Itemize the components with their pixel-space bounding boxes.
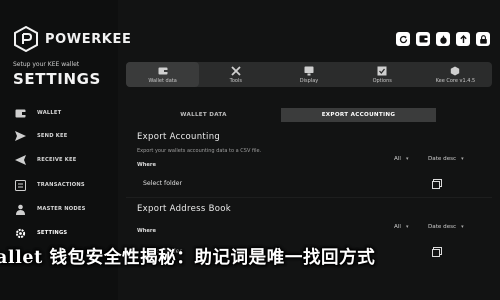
tab-label: Display (299, 77, 319, 84)
tab-label: Kee Core v1.4.5 (435, 77, 476, 84)
window-controls (396, 32, 490, 46)
accounting-filter-dropdown[interactable]: All ▾ (394, 156, 408, 162)
sidebar-item-label: SEND KEE (37, 133, 68, 139)
page-title: SETTINGS (13, 70, 101, 88)
settings-icon (13, 226, 27, 240)
refresh-icon[interactable] (396, 32, 410, 46)
tab-label: Tools (229, 77, 242, 84)
subtab-bar: WALLET DATA EXPORT ACCOUNTING (126, 108, 436, 122)
setup-subtitle: Setup your KEE wallet (13, 61, 80, 68)
address-sort-dropdown[interactable]: Date desc ▾ (428, 224, 464, 230)
settings-tabbar: Wallet data Tools Display Options Kee Co… (126, 62, 492, 87)
tab-wallet-data[interactable]: Wallet data (126, 62, 200, 87)
divider (126, 197, 492, 198)
lock-icon[interactable] (476, 32, 490, 46)
sidebar-item-label: TRANSACTIONS (37, 182, 85, 188)
subtab-export-accounting[interactable]: EXPORT ACCOUNTING (281, 108, 436, 122)
sidebar-item-settings[interactable]: SETTINGS (13, 226, 67, 240)
sidebar-item-master-nodes[interactable]: MASTER NODES (13, 202, 86, 216)
accounting-sort-dropdown[interactable]: Date desc ▾ (428, 156, 464, 162)
sidebar-item-transactions[interactable]: TRANSACTIONS (13, 178, 85, 192)
wallet-data-icon (158, 67, 168, 74)
accounting-folder-field[interactable]: Select folder (137, 177, 417, 190)
tor-icon[interactable] (436, 32, 450, 46)
tab-display[interactable]: Display (272, 62, 345, 87)
chevron-down-icon: ▾ (461, 224, 464, 230)
sidebar-item-label: SETTINGS (37, 230, 68, 236)
folder-icon[interactable] (432, 179, 442, 189)
where-label: Where (137, 162, 157, 168)
chevron-down-icon: ▾ (405, 224, 409, 230)
chevron-down-icon: ▾ (461, 156, 464, 162)
display-icon (304, 66, 314, 75)
dropdown-value: All (394, 156, 401, 162)
sidebar-item-receive-kee[interactable]: RECEIVE KEE (13, 153, 77, 167)
dropdown-value: Date desc (428, 224, 457, 230)
sidebar-item-label: WALLET (37, 110, 62, 116)
brand: POWERKEE (13, 26, 131, 52)
chevron-down-icon: ▾ (405, 156, 409, 162)
options-icon (377, 66, 387, 75)
where-label: Where (137, 228, 157, 234)
sidebar-item-label: MASTER NODES (37, 206, 86, 212)
tab-label: Wallet data (148, 77, 177, 84)
brand-name: POWERKEE (45, 31, 132, 47)
receive-icon (13, 153, 27, 167)
sidebar-item-send-kee[interactable]: SEND KEE (13, 129, 67, 143)
master-nodes-icon (13, 202, 27, 216)
wallet-status-icon[interactable] (416, 32, 430, 46)
sync-icon[interactable] (456, 32, 470, 46)
transactions-icon (13, 178, 27, 192)
export-address-book-title: Export Address Book (137, 204, 231, 214)
dropdown-value: Date desc (428, 156, 457, 162)
export-accounting-description: Export your wallets accounting data to a… (137, 148, 262, 154)
sidebar-item-label: RECEIVE KEE (37, 157, 77, 163)
send-icon (13, 129, 27, 143)
tab-label: Options (372, 77, 392, 84)
subtab-wallet-data[interactable]: WALLET DATA (126, 108, 281, 122)
tab-options[interactable]: Options (346, 62, 419, 87)
powerkee-logo-icon (14, 26, 38, 52)
folder-icon[interactable] (432, 247, 442, 257)
address-filter-dropdown[interactable]: All ▾ (394, 224, 408, 230)
kee-core-icon (451, 66, 460, 75)
dropdown-value: All (394, 224, 401, 230)
export-accounting-title: Export Accounting (137, 132, 221, 142)
overlay-banner-text: allet 钱包安全性揭秘：助记词是唯一找回方式 (0, 248, 376, 268)
sidebar-item-wallet[interactable]: WALLET (13, 106, 61, 120)
tab-kee-core[interactable]: Kee Core v1.4.5 (419, 62, 492, 87)
tools-icon (231, 65, 241, 76)
wallet-icon (13, 106, 27, 120)
tab-tools[interactable]: Tools (199, 62, 272, 87)
